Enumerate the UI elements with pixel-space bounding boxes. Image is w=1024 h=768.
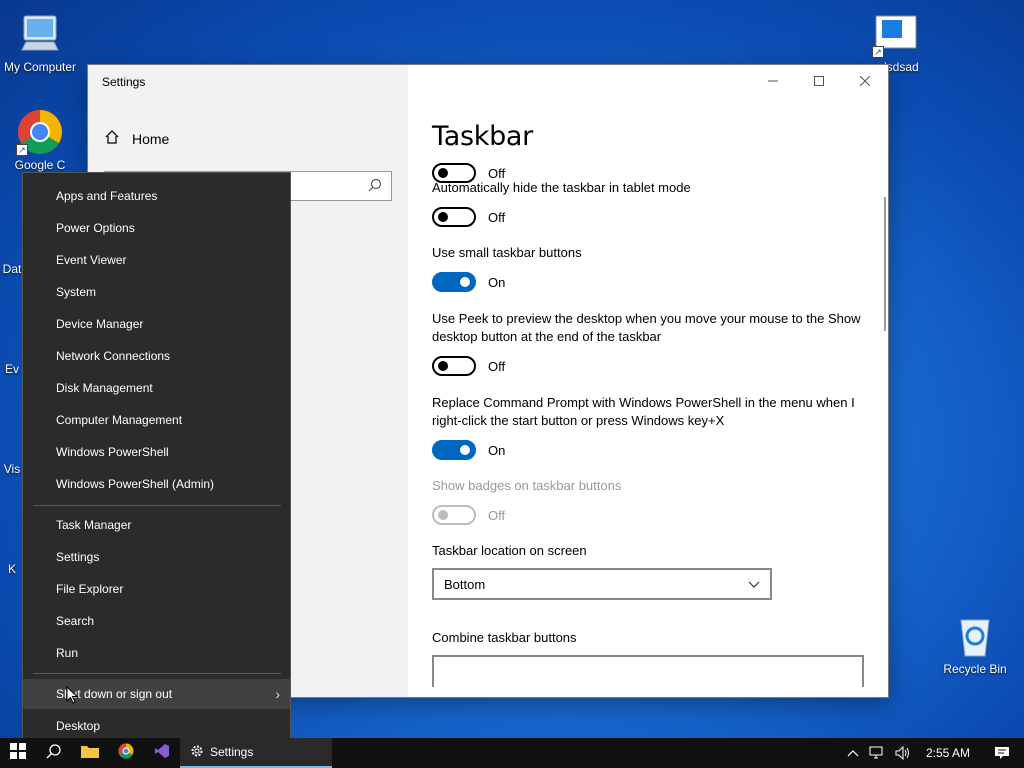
toggle-state: Off [488, 209, 506, 225]
recycle-bin-icon [951, 612, 999, 660]
menu-item-computer-management[interactable]: Computer Management [23, 405, 290, 435]
menu-item-run[interactable]: Run [23, 638, 290, 668]
page-title: Taskbar [432, 121, 533, 152]
location-dropdown[interactable]: Bottom [432, 568, 772, 600]
setting-auto-hide-tablet: Automatically hide the taskbar in tablet… [432, 179, 868, 227]
minimize-button[interactable] [750, 65, 796, 97]
visual-studio-icon [154, 743, 170, 764]
menu-item-powershell[interactable]: Windows PowerShell [23, 437, 290, 467]
volume-icon[interactable] [890, 746, 916, 760]
system-tray: 2:55 AM [842, 738, 1024, 768]
menu-separator [33, 505, 281, 506]
dropdown-value: Bottom [444, 576, 486, 592]
scrollbar-thumb[interactable] [884, 197, 886, 331]
menu-item-file-explorer[interactable]: File Explorer [23, 574, 290, 604]
setting-location: Taskbar location on screen Bottom [432, 542, 868, 600]
menu-item-search[interactable]: Search [23, 606, 290, 636]
combine-dropdown[interactable] [432, 655, 864, 687]
network-icon[interactable] [864, 746, 890, 760]
desktop-icon-recycle-bin[interactable]: Recycle Bin [935, 612, 1015, 676]
shortcut-arrow-icon: ↗ [16, 144, 28, 156]
desktop-icon-label: Google C [14, 158, 66, 172]
toggle-state: Off [488, 358, 506, 374]
home-icon [104, 129, 120, 148]
desktop-icon-label: Recycle Bin [943, 662, 1007, 676]
toggle-switch [432, 505, 476, 525]
menu-item-network-connections[interactable]: Network Connections [23, 341, 290, 371]
menu-item-shutdown-signout[interactable]: Shut down or sign out › [23, 679, 290, 709]
toggle-state: On [488, 442, 506, 458]
chrome-icon: ↗ [16, 108, 64, 156]
desktop-icon-my-computer[interactable]: My Computer [0, 10, 80, 74]
setting-label: Taskbar location on screen [432, 543, 587, 558]
setting-label: Combine taskbar buttons [432, 630, 577, 645]
close-button[interactable] [842, 65, 888, 97]
toggle-state: Off [488, 507, 506, 523]
menu-item-powershell-admin[interactable]: Windows PowerShell (Admin) [23, 469, 290, 499]
computer-icon [16, 10, 64, 58]
taskbar-file-explorer[interactable] [72, 738, 108, 768]
toggle-switch[interactable] [432, 272, 476, 292]
settings-list: Off Automatically hide the taskbar in ta… [432, 161, 868, 697]
tray-chevron-up-icon[interactable] [842, 749, 864, 757]
menu-item-apps-features[interactable]: Apps and Features [23, 181, 290, 211]
start-button[interactable] [0, 738, 36, 768]
taskbar-search-button[interactable] [36, 738, 72, 768]
search-icon [367, 177, 383, 193]
action-center-icon[interactable] [980, 746, 1024, 760]
menu-item-power-options[interactable]: Power Options [23, 213, 290, 243]
menu-item-system[interactable]: System [23, 277, 290, 307]
settings-content-pane: Taskbar Off Automatically hide the taskb… [408, 65, 888, 697]
chevron-down-icon [748, 577, 760, 592]
setting-label: Show badges on taskbar buttons [432, 478, 622, 493]
toggle-switch[interactable] [432, 440, 476, 460]
taskbar-settings-app[interactable]: Settings [180, 738, 332, 768]
document-icon: ↗ [872, 10, 920, 58]
menu-item-settings[interactable]: Settings [23, 542, 290, 572]
setting-peek: Use Peek to preview the desktop when you… [432, 310, 868, 376]
menu-item-event-viewer[interactable]: Event Viewer [23, 245, 290, 275]
taskbar-app-label: Settings [210, 745, 254, 759]
menu-item-disk-management[interactable]: Disk Management [23, 373, 290, 403]
winx-context-menu: Apps and Features Power Options Event Vi… [22, 172, 291, 750]
toggle-switch[interactable] [432, 356, 476, 376]
setting-small-buttons: Use small taskbar buttons On [432, 244, 868, 292]
mouse-cursor-icon [66, 685, 79, 704]
chevron-right-icon: › [275, 686, 280, 702]
toggle-switch[interactable] [432, 207, 476, 227]
shortcut-arrow-icon: ↗ [872, 46, 884, 58]
window-controls [750, 65, 888, 97]
setting-badges: Show badges on taskbar buttons Off [432, 477, 868, 525]
desktop-icon-google-chrome[interactable]: ↗ Google C [0, 108, 80, 172]
taskbar: Settings 2:55 AM [0, 738, 1024, 768]
clock[interactable]: 2:55 AM [916, 746, 980, 760]
setting-combine: Combine taskbar buttons [432, 629, 868, 687]
menu-item-task-manager[interactable]: Task Manager [23, 510, 290, 540]
setting-powershell: Replace Command Prompt with Windows Powe… [432, 394, 868, 460]
menu-separator [33, 673, 281, 674]
window-title: Settings [102, 75, 146, 89]
home-label: Home [132, 130, 170, 147]
chrome-icon [118, 743, 134, 764]
search-icon [46, 743, 62, 764]
toggle-state: On [488, 274, 506, 290]
setting-label: Automatically hide the taskbar in tablet… [432, 180, 691, 195]
maximize-button[interactable] [796, 65, 842, 97]
folder-icon [81, 744, 99, 763]
setting-label: Use Peek to preview the desktop when you… [432, 311, 861, 344]
home-nav-item[interactable]: Home [104, 129, 169, 148]
menu-item-desktop[interactable]: Desktop [23, 711, 290, 741]
gear-icon [190, 744, 204, 761]
menu-item-device-manager[interactable]: Device Manager [23, 309, 290, 339]
windows-logo-icon [10, 742, 26, 764]
taskbar-chrome[interactable] [108, 738, 144, 768]
setting-label: Replace Command Prompt with Windows Powe… [432, 395, 855, 428]
taskbar-visual-studio[interactable] [144, 738, 180, 768]
desktop-icon-label: My Computer [3, 60, 77, 74]
setting-label: Use small taskbar buttons [432, 245, 582, 260]
